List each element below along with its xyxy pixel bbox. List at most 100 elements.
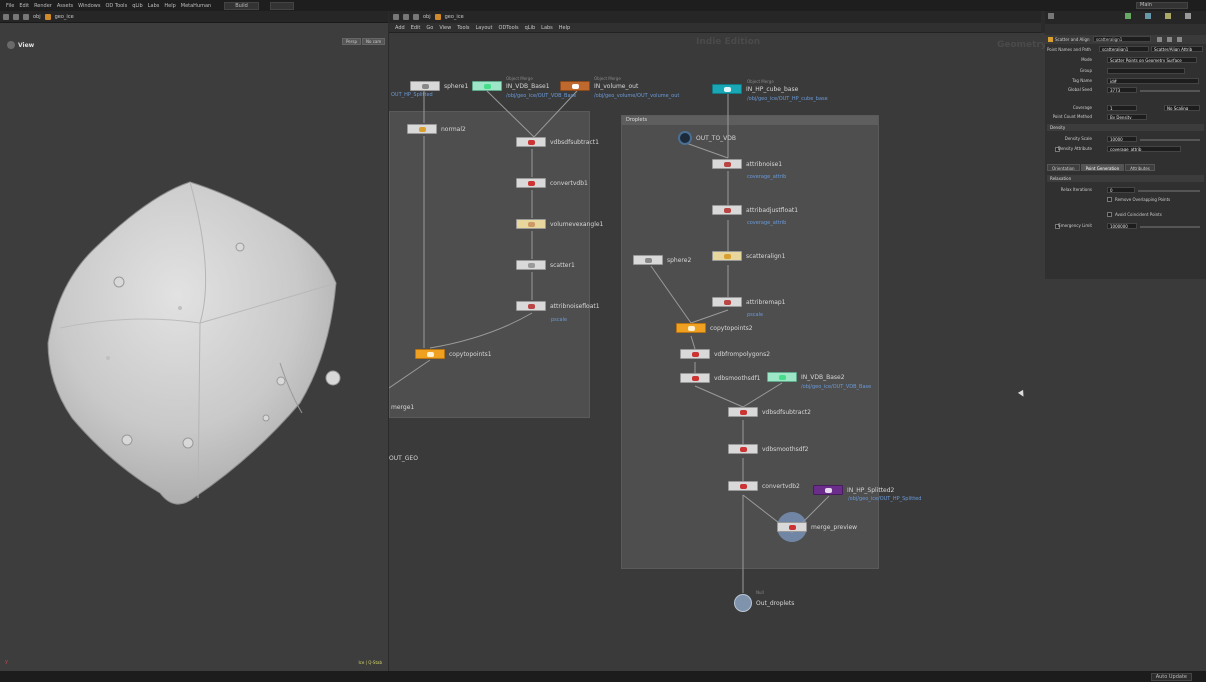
node-sphere1[interactable]: sphere1 (410, 81, 468, 91)
node-vdbfrompolygons2[interactable]: vdbfrompolygons2 (680, 349, 770, 359)
scene-viewport[interactable]: View Persp No cam y Ice | Q-Stab (0, 23, 388, 671)
menu-assets[interactable]: Assets (57, 3, 73, 9)
global-seed-field[interactable]: 3773 (1107, 87, 1137, 93)
build-select[interactable] (269, 1, 294, 10)
vdbsdfsubtract1-tile[interactable] (516, 137, 546, 147)
net-menu-go[interactable]: Go (426, 25, 433, 31)
emergency-limit-field[interactable]: 1000000 (1107, 223, 1137, 229)
node-vdbsdfsubtract2[interactable]: vdbsdfsubtract2 (728, 407, 811, 417)
group-field[interactable] (1107, 68, 1185, 74)
menu-odtools[interactable]: OD Tools (105, 3, 127, 9)
out-droplets-null[interactable] (734, 594, 752, 612)
in-vdb-base1-tile[interactable] (472, 81, 502, 91)
vdbsmoothsdf1-tile[interactable] (680, 373, 710, 383)
node-normal2[interactable]: normal2 (407, 124, 466, 134)
menu-qlib[interactable]: qLib (132, 3, 143, 9)
menu-metahuman[interactable]: MetaHuman (181, 3, 211, 9)
coverage-field[interactable]: 1 (1107, 105, 1137, 111)
density-scale-field[interactable]: 10000 (1107, 136, 1137, 142)
back-icon[interactable] (3, 13, 9, 20)
back-icon[interactable] (1048, 13, 1054, 19)
desktop-select[interactable]: Build (224, 1, 259, 10)
forward-icon[interactable] (13, 13, 19, 20)
attribnoisefloat1-tile[interactable] (516, 301, 546, 311)
remove-overlapping-checkbox[interactable] (1107, 197, 1112, 202)
node-convertvdb2[interactable]: convertvdb2 (728, 481, 800, 491)
net-menu-tools[interactable]: Tools (457, 25, 469, 31)
node-scatteralign1[interactable]: scatteralign1 (712, 251, 785, 261)
node-in-vdb-base1[interactable]: IN_VDB_Base1 (472, 81, 550, 91)
net-menu-view[interactable]: View (439, 25, 451, 31)
mode-select[interactable]: Scatter Points on Geometry Surface (1107, 57, 1197, 63)
info-icon[interactable] (1177, 37, 1182, 42)
flag-icon[interactable] (1165, 13, 1171, 19)
density-attribute-field[interactable]: coverage_attrib (1107, 146, 1181, 152)
tab-point-generation[interactable]: Point Generation (1080, 164, 1125, 171)
node-copytopoints2[interactable]: copytopoints2 (676, 323, 753, 333)
node-in-vdb-base2[interactable]: IN_VDB_Base2 (767, 372, 845, 382)
vdbsmoothsdf2-tile[interactable] (728, 444, 758, 454)
node-copytopoints1[interactable]: copytopoints1 (415, 349, 492, 359)
help-icon[interactable] (1167, 37, 1172, 42)
node-name-field[interactable]: scatteralign1 (1093, 36, 1151, 42)
attribremap1-tile[interactable] (712, 297, 742, 307)
attribadjustfloat1-tile[interactable] (712, 205, 742, 215)
in-hp-splitted2-tile[interactable] (813, 485, 843, 495)
node-vdbsmoothsdf1[interactable]: vdbsmoothsdf1 (680, 373, 761, 383)
path-geo[interactable]: geo_ice (55, 14, 74, 20)
node-vdbsdfsubtract1[interactable]: vdbsdfsubtract1 (516, 137, 599, 147)
point-count-method-select[interactable]: By Density (1107, 114, 1147, 120)
density-section[interactable]: Density (1047, 124, 1204, 131)
node-volumevexangle1[interactable]: volumevexangle1 (516, 219, 603, 229)
node-in-volume-out[interactable]: IN_volume_out (560, 81, 638, 91)
copytopoints2-tile[interactable] (676, 323, 706, 333)
net-menu-edit[interactable]: Edit (411, 25, 421, 31)
auto-update-button[interactable]: Auto Update (1150, 673, 1192, 681)
merge1-label[interactable]: merge1 (391, 404, 414, 411)
relaxation-section[interactable]: Relaxation (1047, 175, 1204, 182)
sphere1-tile[interactable] (410, 81, 440, 91)
net-path-geo[interactable]: geo_ice (445, 14, 464, 20)
relax-iterations-field[interactable]: 0 (1107, 187, 1135, 193)
net-menu-odtools[interactable]: ODTools (499, 25, 519, 31)
avoid-coincident-checkbox[interactable] (1107, 212, 1112, 217)
node-in-hp-splitted2[interactable]: IN_HP_Splitted2 (813, 485, 894, 495)
vdbfrompolygons2-tile[interactable] (680, 349, 710, 359)
node-attribnoise1[interactable]: attribnoise1 (712, 159, 782, 169)
convertvdb1-tile[interactable] (516, 178, 546, 188)
node-in-hp-cube-base[interactable]: IN_HP_cube_base (712, 84, 798, 94)
scatter1-tile[interactable] (516, 260, 546, 270)
menu-edit[interactable]: Edit (19, 3, 29, 9)
display-icon[interactable] (1145, 13, 1151, 19)
point-names-field2[interactable]: Scatter/Align Attrib (1151, 46, 1203, 52)
menu-labs[interactable]: Labs (148, 3, 160, 9)
net-menu-layout[interactable]: Layout (476, 25, 493, 31)
net-menu-labs[interactable]: Labs (541, 25, 553, 31)
path-obj[interactable]: obj (33, 14, 41, 20)
gear-icon[interactable] (1157, 37, 1162, 42)
menu-windows[interactable]: Windows (78, 3, 100, 9)
coverage-mode-select[interactable]: No Scaling (1164, 105, 1200, 111)
net-menu-add[interactable]: Add (395, 25, 405, 31)
out-to-vdb-null[interactable] (678, 131, 692, 145)
node-out-to-vdb[interactable]: OUT_TO_VDB (678, 131, 736, 145)
volumevexangle1-tile[interactable] (516, 219, 546, 229)
sphere2-tile[interactable] (633, 255, 663, 265)
in-vdb-base2-tile[interactable] (767, 372, 797, 382)
point-names-field[interactable]: scatteralign1 (1099, 46, 1149, 52)
vdbsdfsubtract2-tile[interactable] (728, 407, 758, 417)
net-menu-qlib[interactable]: qLib (525, 25, 536, 31)
scatteralign1-tile[interactable] (712, 251, 742, 261)
menu-help[interactable]: Help (164, 3, 175, 9)
node-attribnoisefloat1[interactable]: attribnoisefloat1 (516, 301, 600, 311)
forward-icon[interactable] (403, 14, 409, 20)
settings-icon[interactable] (1185, 13, 1191, 19)
tab-orientation[interactable]: Orientation (1047, 164, 1080, 171)
convertvdb2-tile[interactable] (728, 481, 758, 491)
net-menu-help[interactable]: Help (559, 25, 570, 31)
menu-file[interactable]: File (6, 3, 14, 9)
node-convertvdb1[interactable]: convertvdb1 (516, 178, 588, 188)
density-scale-slider[interactable] (1140, 139, 1200, 141)
global-seed-slider[interactable] (1140, 90, 1200, 92)
node-out-droplets[interactable]: Out_droplets (734, 594, 794, 612)
